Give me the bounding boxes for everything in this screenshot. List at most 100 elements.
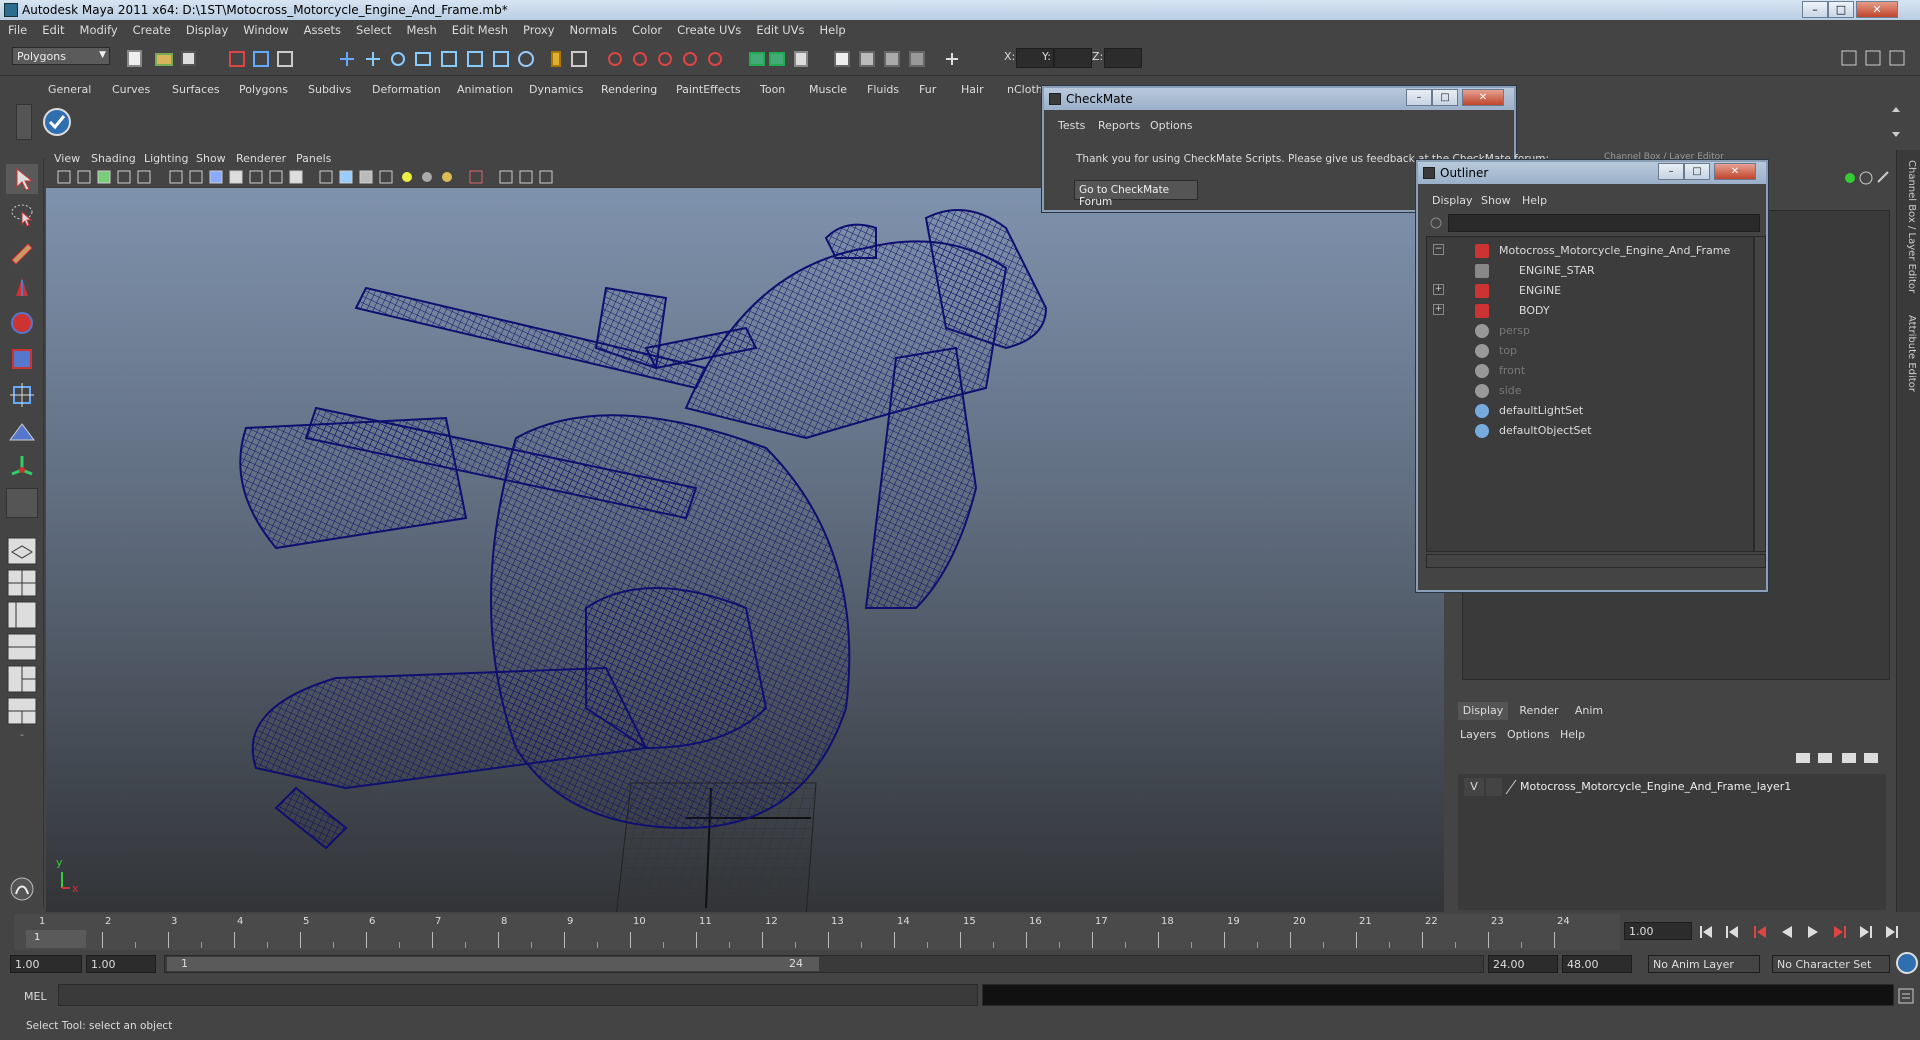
step-forward-frame-icon[interactable]	[1834, 926, 1846, 938]
shelf-tab-hair[interactable]: Hair	[961, 80, 984, 100]
outliner-item[interactable]: side	[1427, 381, 1753, 401]
viewport-menu-panels[interactable]: Panels	[296, 152, 331, 165]
motorcycle-wireframe[interactable]: y x	[46, 188, 1444, 912]
outliner-minimize-button[interactable]: –	[1658, 163, 1684, 180]
toolbox-bottom-icon[interactable]	[6, 874, 38, 904]
four-pane-layout-icon[interactable]	[6, 568, 38, 598]
last-tool-slot[interactable]	[6, 488, 38, 518]
layer-menu-options[interactable]: Options	[1507, 728, 1549, 741]
rotate-tool-icon[interactable]	[6, 308, 38, 338]
step-back-frame-icon[interactable]	[1754, 926, 1766, 938]
close-button[interactable]: ✕	[1856, 1, 1898, 18]
persp-outliner-layout-icon[interactable]	[6, 600, 38, 630]
range-slider-track[interactable]: 1 24	[164, 955, 1484, 973]
end-time-field[interactable]: 48.00	[1562, 955, 1632, 973]
move-tool-icon[interactable]	[6, 272, 38, 302]
menu-normals[interactable]: Normals	[562, 20, 625, 37]
start-time-field[interactable]: 1.00	[10, 955, 82, 973]
outliner-title-bar[interactable]: Outliner – □ ✕	[1418, 162, 1766, 184]
shelf-tab-muscle[interactable]: Muscle	[809, 80, 847, 100]
outliner-item[interactable]: + BODY	[1427, 301, 1753, 321]
graph-layout-icon[interactable]	[6, 696, 38, 726]
outliner-menu-show[interactable]: Show	[1481, 194, 1511, 207]
outliner-item[interactable]: persp	[1427, 321, 1753, 341]
menu-color[interactable]: Color	[624, 20, 669, 37]
show-manipulator-icon[interactable]	[6, 452, 38, 482]
shelf-tab-dynamics[interactable]: Dynamics	[529, 80, 583, 100]
layer-tab-anim[interactable]: Anim	[1568, 702, 1610, 720]
universal-manipulator-icon[interactable]	[6, 380, 38, 410]
step-back-key-icon[interactable]	[1726, 926, 1738, 938]
shelf-tab-animation[interactable]: Animation	[457, 80, 513, 100]
side-tab-attribute-editor[interactable]: Attribute Editor	[1901, 315, 1917, 395]
go-to-end-icon[interactable]	[1886, 926, 1898, 938]
command-language-label[interactable]: MEL	[24, 990, 47, 1003]
side-tab-channel-box[interactable]: Channel Box / Layer Editor	[1901, 160, 1917, 300]
checkmate-forum-button[interactable]: Go to CheckMate Forum	[1074, 180, 1198, 208]
menu-assets[interactable]: Assets	[296, 20, 348, 37]
playback-end-field[interactable]: 24.00	[1488, 955, 1558, 973]
expand-toggle-icon[interactable]: −	[1433, 244, 1444, 255]
anim-layer-dropdown[interactable]: No Anim Layer	[1648, 955, 1760, 973]
layer-tab-render[interactable]: Render	[1514, 702, 1564, 720]
lasso-tool-icon[interactable]	[6, 200, 38, 230]
single-pane-layout-icon[interactable]	[6, 536, 38, 566]
mel-command-input[interactable]	[58, 984, 978, 1006]
menu-mesh[interactable]: Mesh	[399, 20, 444, 37]
outliner-item[interactable]: defaultObjectSet	[1427, 421, 1753, 441]
checkmate-menu-tests[interactable]: Tests	[1058, 119, 1085, 132]
shelf-tab-toon[interactable]: Toon	[760, 80, 785, 100]
current-time-field[interactable]: 1.00	[1624, 922, 1692, 940]
playback-start-field[interactable]: 1.00	[86, 955, 156, 973]
script-editor-icon[interactable]	[1898, 988, 1914, 1004]
menu-window[interactable]: Window	[235, 20, 295, 37]
viewport-menu-renderer[interactable]: Renderer	[236, 152, 286, 165]
panel-toggle-icons[interactable]	[1838, 48, 1918, 70]
shelf-menu-handle[interactable]	[16, 104, 32, 140]
y-field[interactable]	[1054, 48, 1092, 68]
layer-color-icon[interactable]	[1504, 778, 1518, 796]
shelf-tab-polygons[interactable]: Polygons	[239, 80, 288, 100]
menuset-dropdown[interactable]: Polygons ▼	[12, 47, 110, 65]
menu-modify[interactable]: Modify	[72, 20, 125, 37]
outliner-item[interactable]: + ENGINE	[1427, 281, 1753, 301]
checkmate-shelf-icon[interactable]	[42, 107, 72, 137]
outliner-maximize-button[interactable]: □	[1684, 163, 1710, 180]
layer-type-toggle[interactable]	[1486, 778, 1502, 796]
outliner-horizontal-scrollbar[interactable]	[1426, 554, 1766, 568]
shelf-tab-fluids[interactable]: Fluids	[867, 80, 899, 100]
viewport-canvas[interactable]: y x	[46, 188, 1444, 912]
menu-edit-mesh[interactable]: Edit Mesh	[444, 20, 515, 37]
go-to-start-icon[interactable]	[1700, 926, 1712, 938]
menu-help[interactable]: Help	[812, 20, 853, 37]
shelf-tab-fur[interactable]: Fur	[919, 80, 936, 100]
checkmate-maximize-button[interactable]: □	[1432, 89, 1458, 106]
shelf-tab-subdivs[interactable]: Subdivs	[308, 80, 351, 100]
layer-name[interactable]: Motocross_Motorcycle_Engine_And_Frame_la…	[1520, 780, 1791, 793]
outliner-item[interactable]: ENGINE_STAR	[1427, 261, 1753, 281]
current-frame-marker[interactable]: 1	[26, 930, 86, 948]
layer-visibility-toggle[interactable]: V	[1464, 778, 1484, 796]
outliner-vertical-scrollbar[interactable]	[1754, 236, 1766, 552]
outliner-menu-help[interactable]: Help	[1522, 194, 1547, 207]
checkmate-close-button[interactable]: ✕	[1462, 89, 1504, 106]
expand-toggle-icon[interactable]: +	[1433, 284, 1444, 295]
maximize-button[interactable]: □	[1828, 1, 1854, 18]
outliner-item[interactable]: − Motocross_Motorcycle_Engine_And_Frame	[1427, 241, 1753, 261]
status-line-icons[interactable]	[120, 48, 1130, 70]
hypershade-layout-icon[interactable]	[6, 664, 38, 694]
menu-edit-uvs[interactable]: Edit UVs	[748, 20, 811, 37]
anim-prefs-icon[interactable]	[1896, 952, 1918, 974]
range-slider-handle[interactable]: 1 24	[167, 957, 819, 971]
layer-menu-help[interactable]: Help	[1560, 728, 1585, 741]
menu-proxy[interactable]: Proxy	[515, 20, 562, 37]
outliner-item[interactable]: top	[1427, 341, 1753, 361]
shelf-tab-ncloth[interactable]: nCloth	[1007, 80, 1043, 100]
outliner-filter-icon[interactable]	[1426, 214, 1446, 232]
outliner-menu-display[interactable]: Display	[1432, 194, 1473, 207]
time-slider-track[interactable]: 1 2 3 4 5 6 7 8 9 10 11 12 13 14 15 16 17 18 19 20 21 22 23 24 1	[14, 914, 1620, 950]
z-field[interactable]	[1104, 48, 1142, 68]
play-backwards-icon[interactable]	[1782, 926, 1792, 938]
character-set-dropdown[interactable]: No Character Set	[1772, 955, 1890, 973]
outliner-item[interactable]: defaultLightSet	[1427, 401, 1753, 421]
